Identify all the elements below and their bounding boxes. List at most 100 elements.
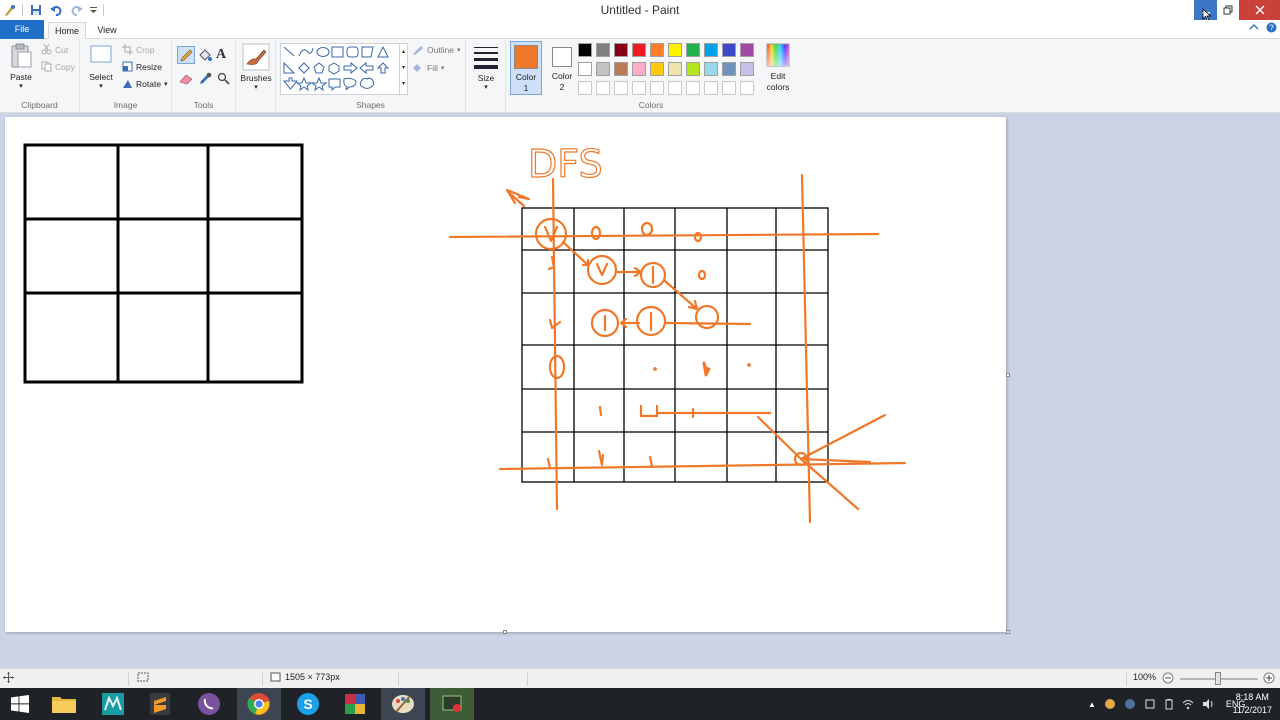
palette-swatch-empty[interactable] — [704, 81, 718, 95]
line-size-icon — [474, 47, 498, 69]
color2-button[interactable]: Color 2 — [546, 41, 578, 95]
select-button[interactable]: Select ▾ — [86, 43, 116, 90]
palette-swatch[interactable] — [650, 62, 664, 76]
tab-file[interactable]: File — [0, 20, 44, 39]
edit-colors-button[interactable]: Edit colors — [762, 43, 794, 93]
canvas-size: 1505 × 773px — [270, 672, 340, 682]
palette-swatch-empty[interactable] — [614, 81, 628, 95]
color1-button[interactable]: Color 1 — [510, 41, 542, 95]
drawing-canvas[interactable]: DFS — [5, 117, 1010, 634]
size-button[interactable]: Size ▾ — [469, 43, 503, 91]
resize-handle-bottom[interactable] — [503, 630, 507, 634]
palette-swatch-empty[interactable] — [686, 81, 700, 95]
palette-swatch[interactable] — [614, 43, 628, 57]
taskbar-sublime[interactable] — [138, 688, 182, 720]
undo-icon[interactable] — [49, 3, 63, 17]
palette-swatch-empty[interactable] — [650, 81, 664, 95]
zoom-out-button[interactable] — [1162, 672, 1174, 684]
collapse-ribbon-icon[interactable] — [1249, 22, 1259, 35]
maximize-button[interactable] — [1217, 0, 1239, 20]
clock[interactable]: 8:18 AM 11/2/2017 — [1233, 691, 1272, 717]
colors-group: Color 1 Color 2 Edit colors Colors — [506, 39, 796, 113]
palette-swatch-empty[interactable] — [596, 81, 610, 95]
shapes-scroll[interactable]: ▴ ▾ ▾ — [400, 43, 408, 95]
taskbar-winrar[interactable] — [333, 688, 377, 720]
palette-swatch-empty[interactable] — [668, 81, 682, 95]
paint-app-icon[interactable] — [2, 3, 16, 17]
fill-tool[interactable] — [198, 48, 212, 64]
palette-swatch[interactable] — [596, 43, 610, 57]
tray-network-icon[interactable] — [1124, 698, 1136, 710]
eraser-tool[interactable] — [179, 73, 193, 87]
palette-swatch[interactable] — [722, 62, 736, 76]
resize-button[interactable]: Resize — [122, 61, 162, 72]
close-button[interactable] — [1239, 0, 1280, 20]
magnifier-tool[interactable] — [217, 72, 230, 87]
pencil-tool[interactable] — [177, 46, 195, 64]
tab-view[interactable]: View — [90, 22, 124, 39]
palette-swatch[interactable] — [740, 62, 754, 76]
tab-home[interactable]: Home — [48, 22, 86, 39]
folder-icon — [52, 697, 76, 713]
volume-icon[interactable] — [1202, 698, 1214, 710]
palette-swatch[interactable] — [704, 62, 718, 76]
paste-button[interactable]: Paste ▾ — [6, 43, 36, 90]
rotate-button[interactable]: Rotate ▾ — [122, 78, 168, 89]
palette-swatch-empty[interactable] — [632, 81, 646, 95]
brushes-button[interactable]: Brushes ▾ — [239, 43, 273, 91]
zoom-in-button[interactable] — [1263, 672, 1275, 684]
resize-handle-corner[interactable] — [1006, 630, 1010, 634]
wifi-icon[interactable] — [1182, 698, 1194, 710]
tray-action-center-icon[interactable] — [1144, 698, 1156, 710]
palette-swatch[interactable] — [578, 62, 592, 76]
redo-icon[interactable] — [69, 3, 83, 17]
resize-handle-right[interactable] — [1006, 373, 1010, 377]
outline-button[interactable]: Outline ▾ — [412, 45, 460, 55]
copy-button[interactable]: Copy — [41, 61, 75, 72]
help-icon[interactable]: ? — [1266, 22, 1277, 36]
size-label: Size — [477, 73, 495, 83]
taskbar-viber[interactable] — [187, 688, 231, 720]
text-tool-icon[interactable]: A — [216, 47, 226, 63]
palette-swatch[interactable] — [650, 43, 664, 57]
palette-swatch[interactable] — [632, 62, 646, 76]
shapes-group-label: Shapes — [356, 100, 385, 110]
crop-button[interactable]: Crop — [122, 44, 154, 55]
color-picker-tool[interactable] — [199, 72, 212, 87]
clock-date: 11/2/2017 — [1232, 705, 1272, 715]
svg-text:?: ? — [1269, 24, 1274, 33]
palette-swatch[interactable] — [686, 43, 700, 57]
cut-button[interactable]: Cut — [41, 44, 68, 55]
palette-swatch[interactable] — [578, 43, 592, 57]
palette-swatch[interactable] — [632, 43, 646, 57]
battery-icon[interactable] — [1164, 698, 1174, 710]
palette-swatch[interactable] — [740, 43, 754, 57]
palette-swatch[interactable] — [704, 43, 718, 57]
color1-swatch — [514, 45, 538, 69]
start-button[interactable] — [0, 688, 40, 720]
sublime-icon — [150, 693, 170, 715]
palette-swatch[interactable] — [686, 62, 700, 76]
customize-toolbar-icon[interactable] — [89, 3, 97, 17]
tray-cloud-icon[interactable] — [1104, 698, 1116, 710]
palette-swatch-empty[interactable] — [578, 81, 592, 95]
taskbar-recorder[interactable] — [430, 688, 474, 720]
taskbar-skype[interactable]: S — [286, 688, 330, 720]
save-icon[interactable] — [29, 3, 43, 17]
palette-swatch[interactable] — [614, 62, 628, 76]
tray-expand-icon[interactable]: ▲ — [1088, 700, 1096, 709]
taskbar-chrome[interactable] — [237, 688, 281, 720]
palette-swatch[interactable] — [596, 62, 610, 76]
svg-text:S: S — [303, 696, 312, 712]
fill-button[interactable]: Fill ▾ — [412, 63, 444, 73]
taskbar-paint[interactable] — [381, 688, 425, 720]
taskbar-file-explorer[interactable] — [42, 688, 86, 720]
taskbar-maya[interactable] — [91, 688, 135, 720]
palette-swatch[interactable] — [722, 43, 736, 57]
palette-swatch[interactable] — [668, 62, 682, 76]
shapes-gallery[interactable] — [280, 43, 400, 95]
zoom-slider-thumb[interactable] — [1215, 672, 1221, 685]
palette-swatch-empty[interactable] — [722, 81, 736, 95]
palette-swatch[interactable] — [668, 43, 682, 57]
palette-swatch-empty[interactable] — [740, 81, 754, 95]
